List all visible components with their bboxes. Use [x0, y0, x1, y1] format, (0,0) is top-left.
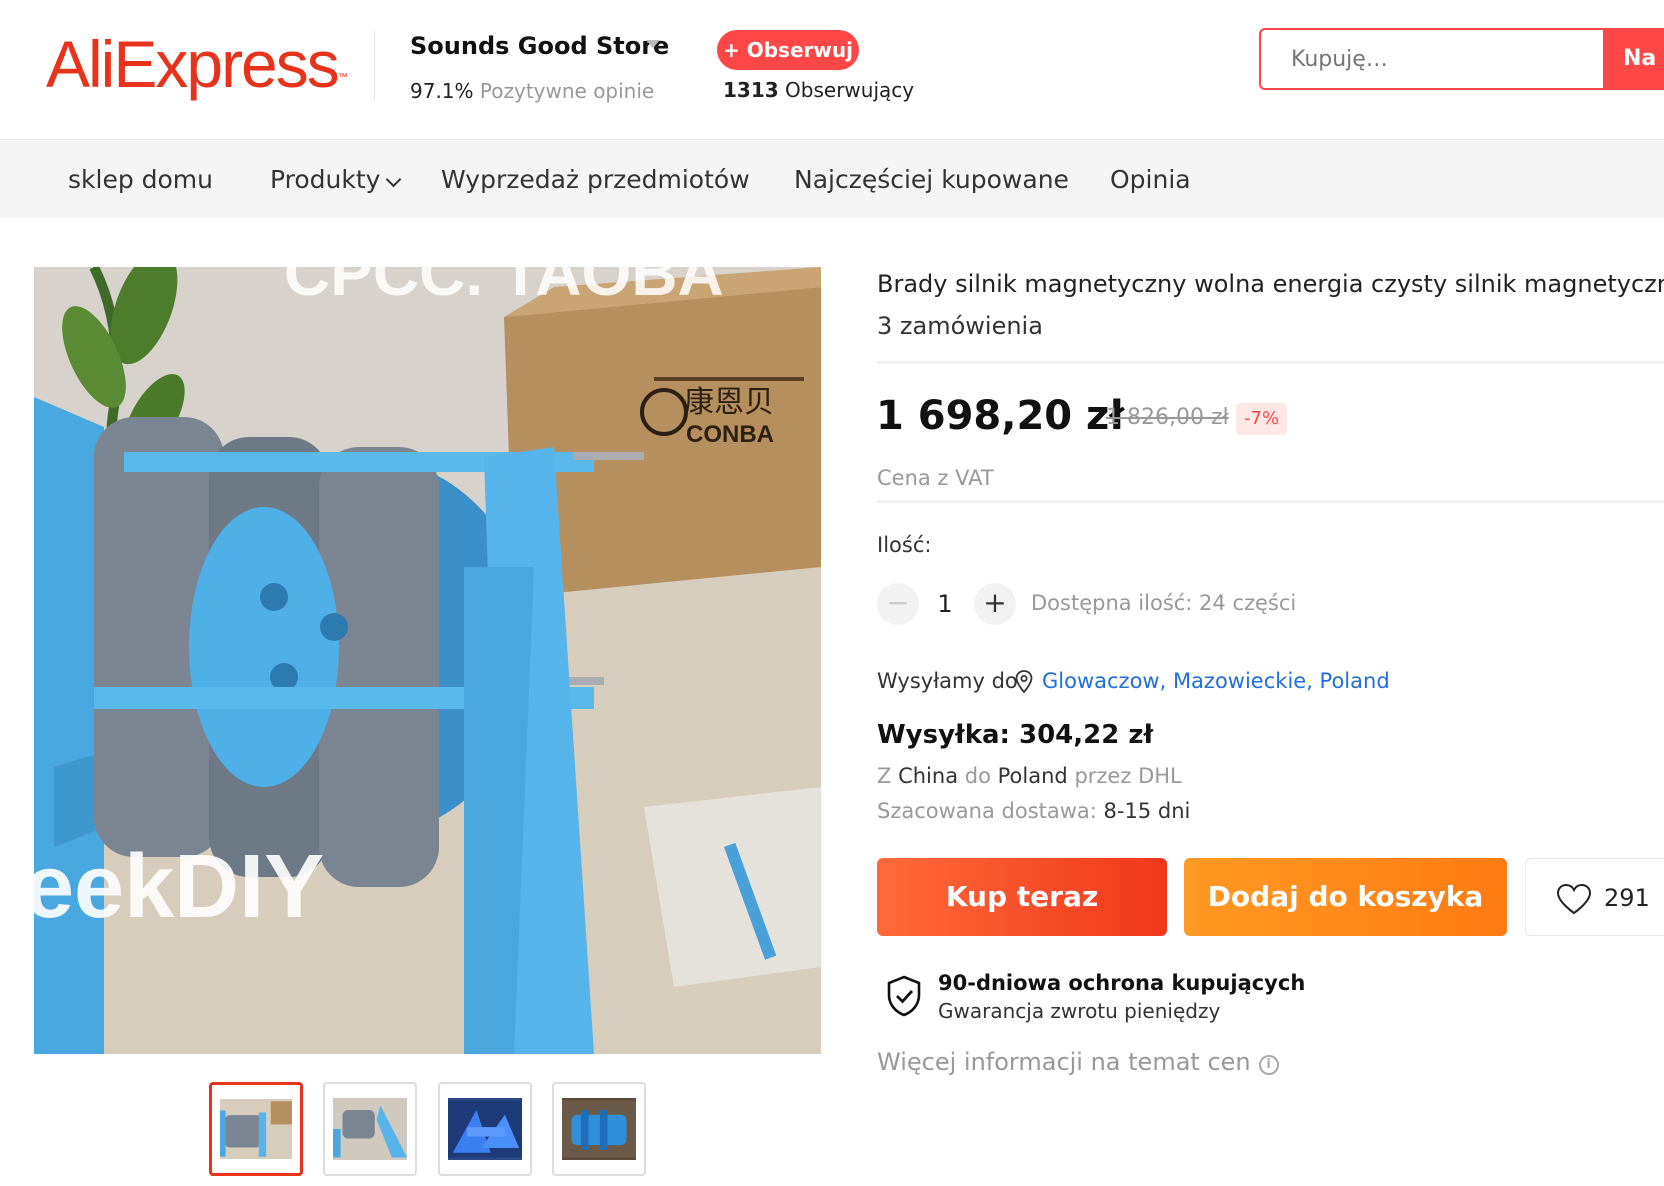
box-brand-text: 康恩贝 [684, 385, 774, 420]
search-input[interactable] [1259, 28, 1605, 90]
store-rating: 97.1% Pozytywne opinie [410, 79, 655, 103]
store-nav: sklep domu Produkty Wyprzedaż przedmiotó… [0, 141, 1664, 218]
follow-button[interactable]: + Obserwuj [717, 30, 859, 70]
quantity-decrease-button[interactable]: − [877, 583, 919, 625]
ship-to-label: Wysyłamy do [877, 669, 1018, 693]
search-button[interactable]: Na A [1603, 28, 1664, 90]
store-dropdown-icon[interactable] [646, 40, 660, 48]
store-name[interactable]: Sounds Good Store [410, 32, 669, 60]
nav-item-reviews[interactable]: Opinia [1110, 141, 1191, 218]
thumbnail-2[interactable] [323, 1082, 417, 1176]
ship-location-link[interactable]: Glowaczow, Mazowieckie, Poland [1042, 669, 1390, 693]
availability-text: Dostępna ilość: 24 części [1031, 591, 1297, 615]
nav-item-products[interactable]: Produkty [270, 141, 402, 218]
estimated-delivery: Szacowana dostawa: 8-15 dni [877, 799, 1191, 823]
orders-count: 3 zamówienia [877, 312, 1043, 340]
box-brand-latin-text: CONBA [686, 421, 774, 448]
original-price: 1 826,00 zł [1106, 405, 1229, 430]
wishlist-button[interactable]: 291 [1525, 858, 1664, 936]
quantity-label: Ilość: [877, 533, 932, 557]
product-title: Brady silnik magnetyczny wolna energia c… [877, 270, 1664, 298]
main-product-image[interactable]: 康恩贝 CONBA CPCC. TAOBA eekDIY [34, 267, 821, 1054]
aliexpress-logo[interactable]: AliExpress™ [46, 28, 348, 100]
buy-now-button[interactable]: Kup teraz [877, 858, 1167, 936]
thumbnail-3[interactable] [438, 1082, 532, 1176]
info-icon: i [1258, 1055, 1279, 1075]
chevron-down-icon [386, 171, 402, 188]
nav-item-sale[interactable]: Wyprzedaż przedmiotów [441, 141, 750, 218]
heart-icon [1556, 883, 1592, 915]
wishlist-count: 291 [1604, 884, 1650, 912]
more-price-info-link[interactable]: Więcej informacji na temat cen i [877, 1048, 1279, 1077]
header: AliExpress™ Sounds Good Store 97.1% Pozy… [0, 0, 1664, 140]
quantity-increase-button[interactable]: + [974, 583, 1016, 625]
quantity-input[interactable]: 1 [930, 585, 960, 623]
header-divider [374, 30, 375, 100]
add-to-cart-button[interactable]: Dodaj do koszyka [1184, 858, 1507, 936]
shipping-route: Z China do Poland przez DHL [877, 764, 1182, 788]
watermark-bottom: eekDIY [34, 837, 324, 937]
thumbnail-4[interactable] [552, 1082, 646, 1176]
shield-check-icon [887, 975, 921, 1017]
location-pin-icon [1015, 670, 1033, 694]
current-price: 1 698,20 zł [876, 393, 1125, 439]
nav-item-bestsellers[interactable]: Najczęściej kupowane [794, 141, 1069, 218]
divider [877, 361, 1664, 364]
watermark-top: CPCC. TAOBA [284, 267, 724, 309]
buyer-protection-subtitle: Gwarancja zwrotu pieniędzy [938, 999, 1221, 1023]
thumbnail-1[interactable] [209, 1082, 303, 1176]
divider [877, 500, 1664, 503]
nav-item-store-home[interactable]: sklep domu [68, 141, 213, 218]
vat-note: Cena z VAT [877, 466, 994, 490]
shipping-cost: Wysyłka: 304,22 zł [877, 720, 1154, 750]
followers-count: 1313 Obserwujący [723, 78, 915, 102]
buyer-protection-title: 90-dniowa ochrona kupujących [938, 971, 1306, 995]
discount-badge: -7% [1236, 403, 1288, 435]
